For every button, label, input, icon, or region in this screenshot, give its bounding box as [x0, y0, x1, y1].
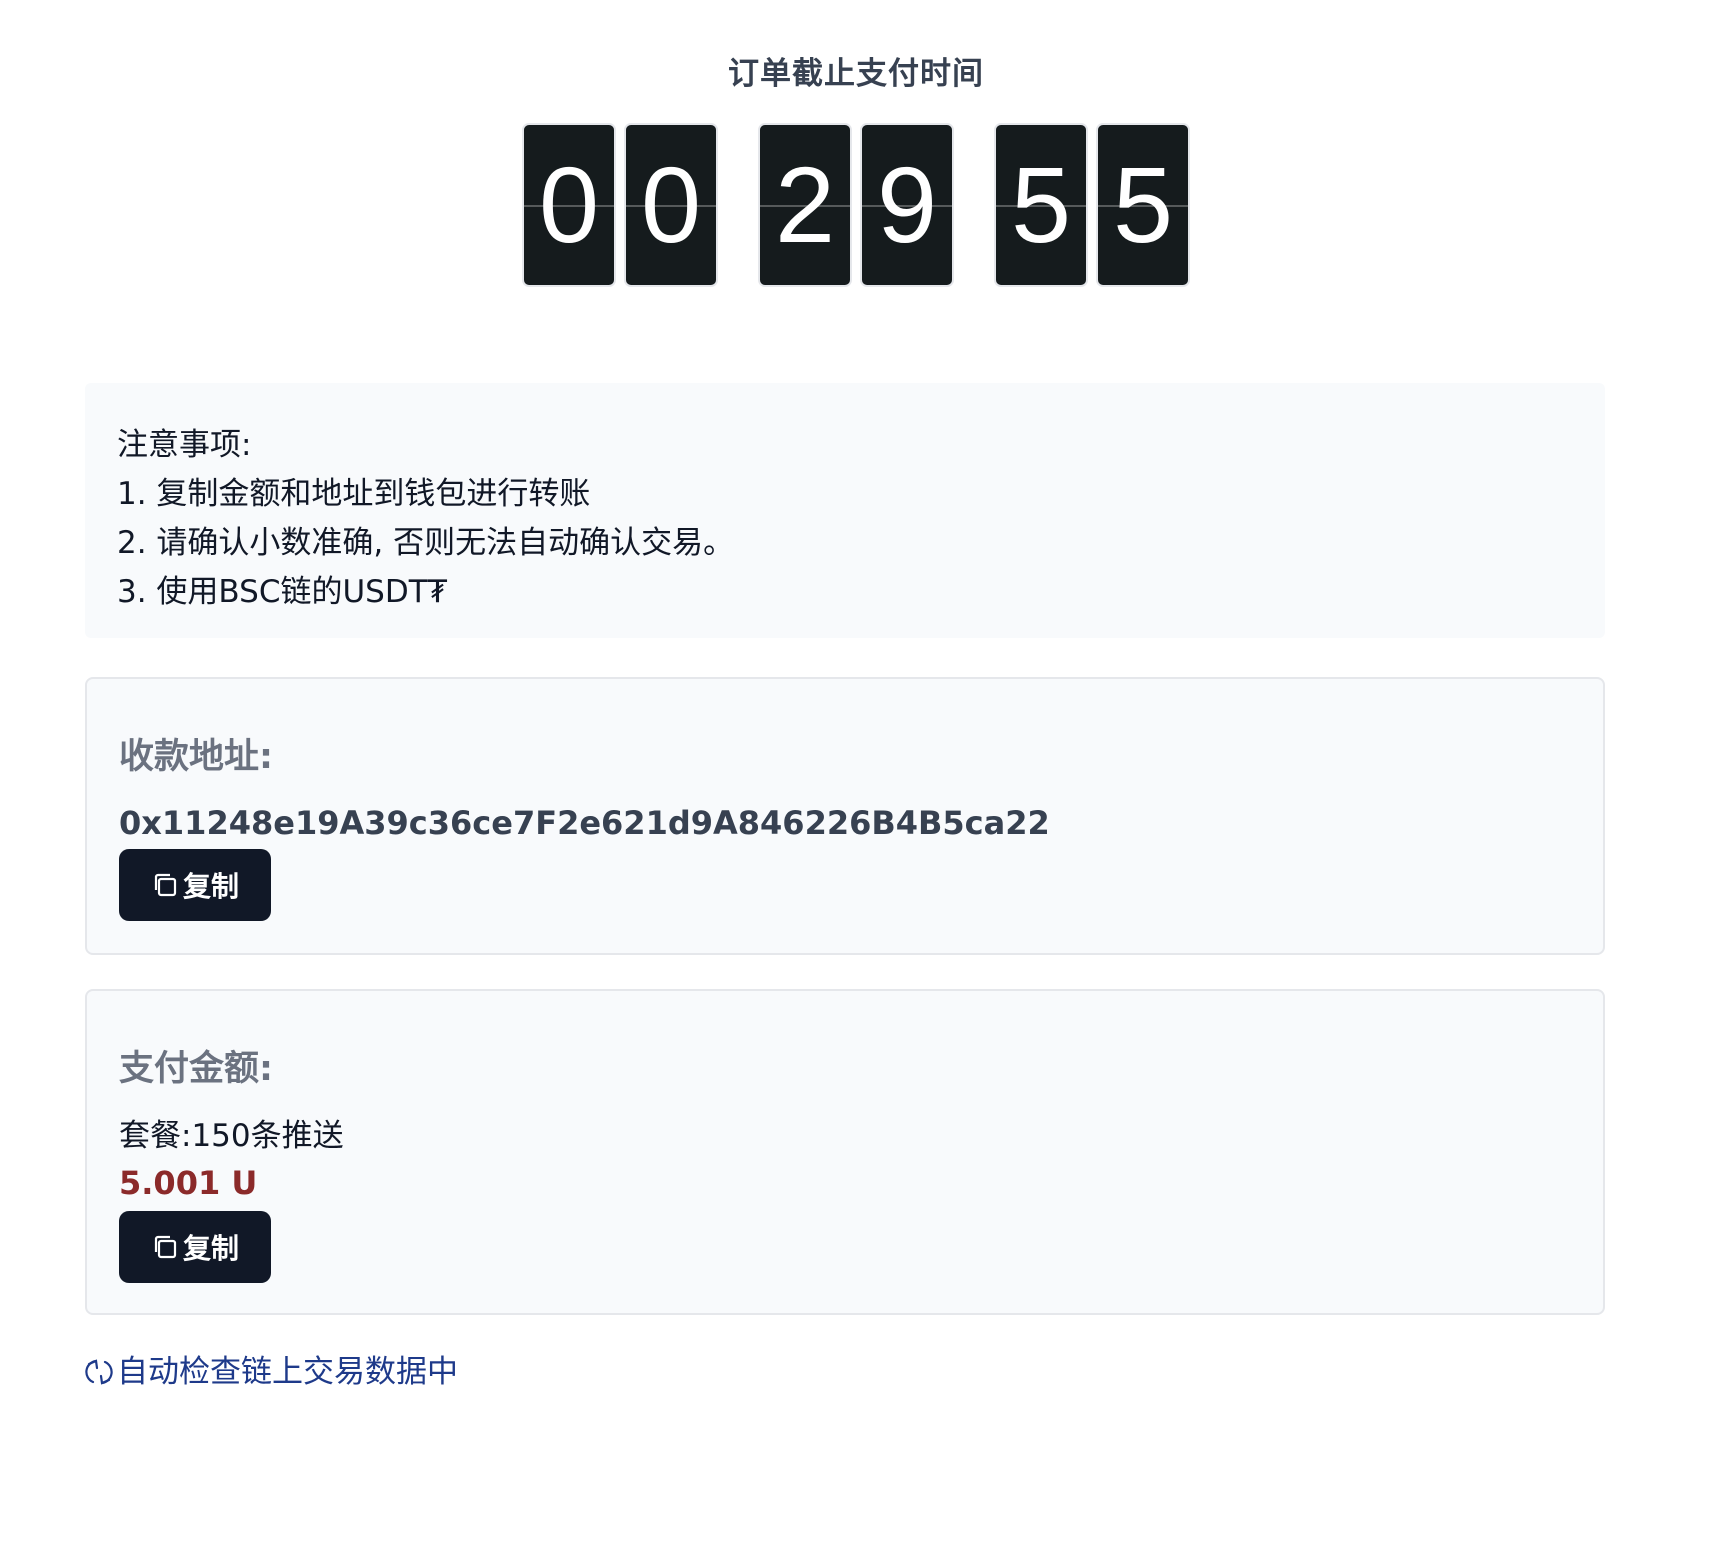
copy-address-button[interactable]: 复制	[119, 849, 272, 921]
payment-page: 订单截止支付时间 0 0 2 9 5 5 注意事项: 1. 复制金额和地址到钱包…	[0, 0, 1712, 1548]
amount-card: 支付金额: 套餐:150条推送 5.001 U 复制	[85, 989, 1605, 1315]
copy-button-label: 复制	[183, 870, 240, 903]
countdown-hours: 0 0	[522, 123, 718, 287]
notice-item: 1. 复制金额和地址到钱包进行转账	[117, 476, 591, 512]
amount-label: 支付金额:	[119, 1049, 273, 1089]
countdown-digit: 5	[1096, 123, 1190, 287]
refresh-icon	[85, 1357, 113, 1387]
countdown-minutes: 2 9	[758, 123, 954, 287]
wallet-address: 0x11248e19A39c36ce7F2e621d9A846226B4B5ca…	[119, 804, 1050, 842]
copy-icon	[151, 1233, 179, 1261]
countdown-digit: 0	[522, 123, 616, 287]
countdown-seconds: 5 5	[994, 123, 1190, 287]
countdown-timer: 0 0 2 9 5 5	[0, 123, 1712, 287]
copy-icon	[151, 871, 179, 899]
notice-item: 2. 请确认小数准确, 否则无法自动确认交易。	[117, 525, 735, 561]
address-card: 收款地址: 0x11248e19A39c36ce7F2e621d9A846226…	[85, 677, 1605, 955]
countdown-digit: 0	[624, 123, 718, 287]
countdown-digit: 9	[860, 123, 954, 287]
copy-amount-button[interactable]: 复制	[119, 1211, 272, 1283]
countdown-digit: 5	[994, 123, 1088, 287]
notice-item: 3. 使用BSC链的USDT₮	[117, 574, 448, 610]
address-label: 收款地址:	[119, 737, 273, 777]
notice-panel: 注意事项: 1. 复制金额和地址到钱包进行转账 2. 请确认小数准确, 否则无法…	[85, 383, 1605, 638]
countdown-digit: 2	[758, 123, 852, 287]
package-description: 套餐:150条推送	[119, 1118, 344, 1154]
copy-button-label: 复制	[183, 1232, 240, 1265]
status-text: 自动检查链上交易数据中	[117, 1354, 458, 1390]
notice-heading: 注意事项:	[117, 427, 252, 463]
payment-amount: 5.001 U	[119, 1164, 258, 1202]
countdown-title: 订单截止支付时间	[728, 56, 984, 92]
transaction-status: 自动检查链上交易数据中	[85, 1352, 458, 1392]
